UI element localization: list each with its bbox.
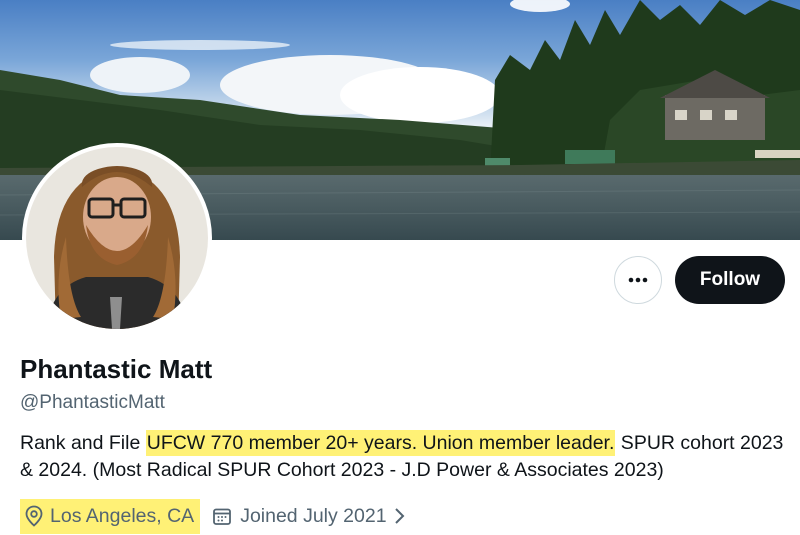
profile-avatar[interactable]: [22, 143, 212, 333]
location-text: Los Angeles, CA: [50, 504, 195, 527]
location-pin-icon: [25, 505, 43, 527]
more-options-button[interactable]: [614, 256, 662, 304]
more-horizontal-icon: [628, 277, 648, 283]
location: Los Angeles, CA: [20, 498, 201, 534]
calendar-icon: [213, 508, 232, 525]
joined-text: Joined July 2021: [240, 504, 387, 527]
profile-meta: Los Angeles, CA Joined July 2021: [20, 497, 405, 535]
chevron-right-icon: [393, 507, 405, 525]
bio-text: Rank and File: [20, 432, 146, 454]
join-date[interactable]: Joined July 2021: [212, 505, 404, 528]
display-name: Phantastic Matt: [20, 354, 213, 384]
user-handle: @PhantasticMatt: [20, 392, 165, 413]
follow-button[interactable]: Follow: [675, 256, 785, 304]
profile-bio: Rank and File UFCW 770 member 20+ years.…: [20, 430, 790, 484]
avatar-image: [26, 147, 208, 329]
bio-highlight: UFCW 770 member 20+ years. Union member …: [145, 430, 616, 456]
